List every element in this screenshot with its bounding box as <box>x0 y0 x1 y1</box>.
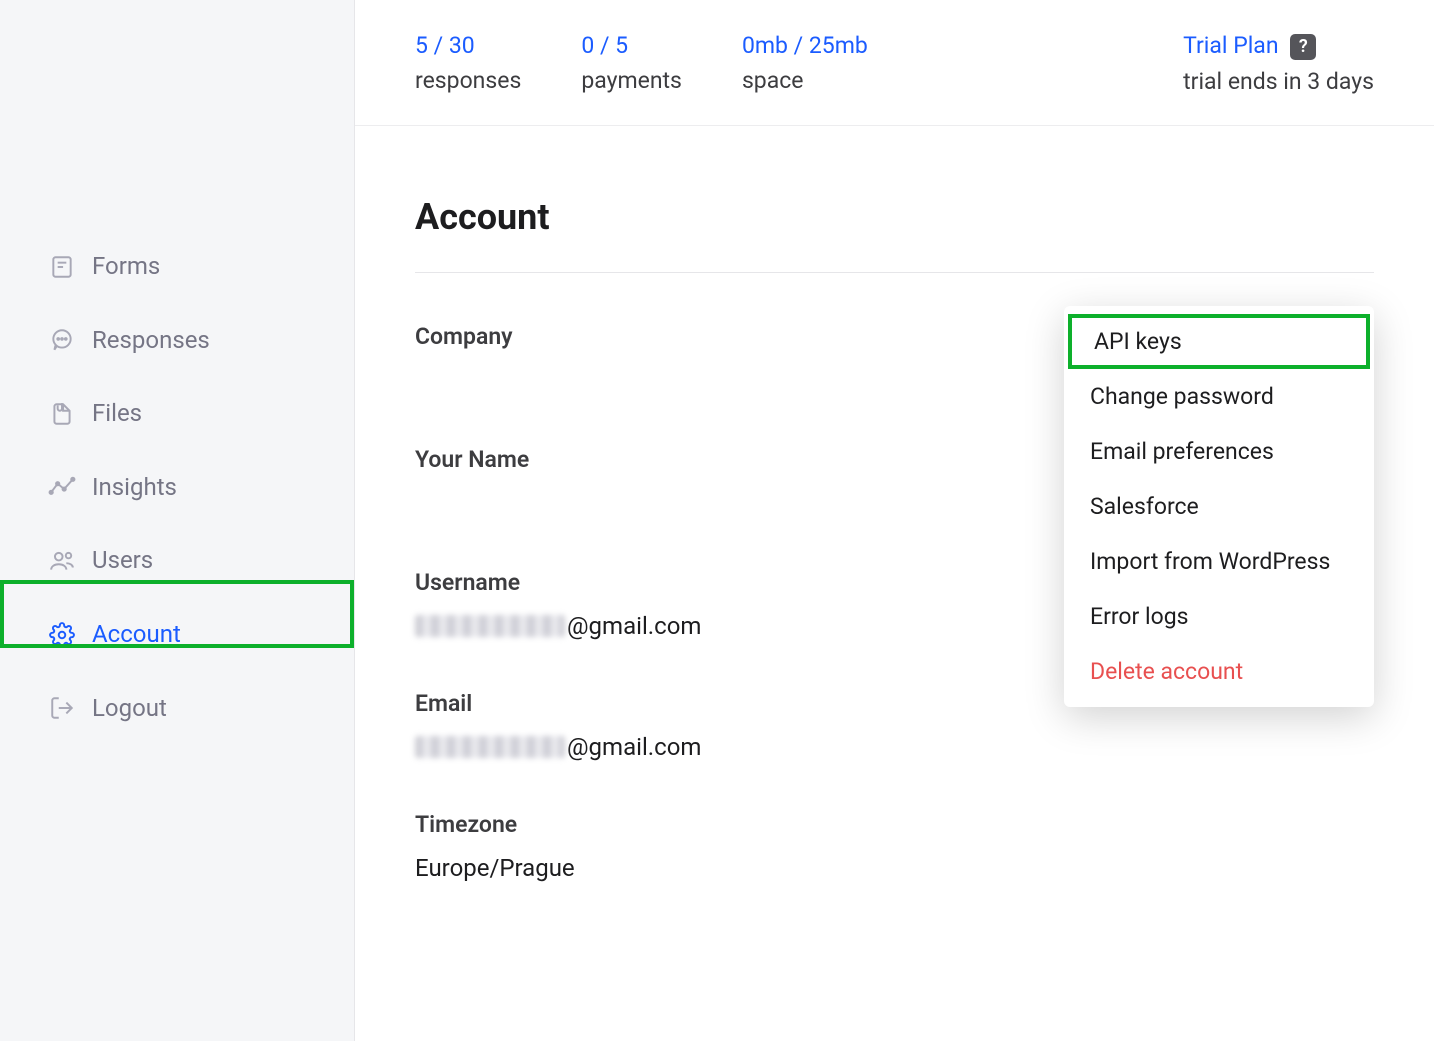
stat-plan-row: Trial Plan ? <box>1183 32 1374 60</box>
help-icon[interactable]: ? <box>1290 34 1316 60</box>
topbar: 5 / 30 responses 0 / 5 payments 0mb / 25… <box>355 0 1434 126</box>
sidebar-item-forms[interactable]: Forms <box>0 230 354 304</box>
sidebar-item-label: Insights <box>92 471 177 505</box>
stat-responses-label: responses <box>415 67 521 94</box>
field-label-timezone: Timezone <box>415 811 1374 838</box>
stat-plan: Trial Plan ? trial ends in 3 days <box>1183 32 1374 95</box>
chart-line-icon <box>48 474 76 502</box>
logout-icon <box>48 694 76 722</box>
main-content: 5 / 30 responses 0 / 5 payments 0mb / 25… <box>355 0 1434 1041</box>
page-title: Account <box>415 196 1374 273</box>
sidebar-item-insights[interactable]: Insights <box>0 451 354 525</box>
sidebar-item-label: Forms <box>92 250 160 284</box>
comment-icon <box>48 326 76 354</box>
sidebar-item-label: Responses <box>92 324 210 358</box>
field-value-email[interactable]: @gmail.com <box>415 733 1374 761</box>
field-timezone: Timezone Europe/Prague <box>415 811 1374 882</box>
dropdown-item-delete-account[interactable]: Delete account <box>1064 644 1374 699</box>
gear-icon <box>48 621 76 649</box>
sidebar-item-users[interactable]: Users <box>0 524 354 598</box>
dropdown-item-change-password[interactable]: Change password <box>1064 369 1374 424</box>
stat-plan-label: trial ends in 3 days <box>1183 68 1374 95</box>
stat-space-value[interactable]: 0mb / 25mb <box>742 32 868 59</box>
stat-payments-label: payments <box>581 67 682 94</box>
users-icon <box>48 547 76 575</box>
dropdown-item-import-wordpress[interactable]: Import from WordPress <box>1064 534 1374 589</box>
sidebar-item-label: Files <box>92 397 142 431</box>
dropdown-item-salesforce[interactable]: Salesforce <box>1064 479 1374 534</box>
paperclip-file-icon <box>48 400 76 428</box>
sidebar: Forms Responses Files Insights Users <box>0 0 355 1041</box>
dropdown-item-api-keys[interactable]: API keys <box>1068 314 1370 369</box>
sidebar-item-account[interactable]: Account <box>0 598 354 672</box>
account-dropdown: API keys Change password Email preferenc… <box>1064 306 1374 707</box>
sidebar-item-label: Users <box>92 544 153 578</box>
username-suffix: @gmail.com <box>567 612 701 640</box>
stat-responses-value[interactable]: 5 / 30 <box>415 32 521 59</box>
dropdown-item-email-preferences[interactable]: Email preferences <box>1064 424 1374 479</box>
sidebar-item-files[interactable]: Files <box>0 377 354 451</box>
stat-space: 0mb / 25mb space <box>742 32 868 95</box>
stat-plan-value[interactable]: Trial Plan <box>1183 32 1278 59</box>
sidebar-item-logout[interactable]: Logout <box>0 672 354 746</box>
field-value-timezone[interactable]: Europe/Prague <box>415 854 1374 882</box>
sidebar-item-label: Account <box>92 618 181 652</box>
stat-payments-value[interactable]: 0 / 5 <box>581 32 682 59</box>
stat-space-label: space <box>742 67 868 94</box>
stat-payments: 0 / 5 payments <box>581 32 682 95</box>
email-suffix: @gmail.com <box>567 733 701 761</box>
form-icon <box>48 253 76 281</box>
sidebar-item-responses[interactable]: Responses <box>0 304 354 378</box>
stat-responses: 5 / 30 responses <box>415 32 521 95</box>
dropdown-item-error-logs[interactable]: Error logs <box>1064 589 1374 644</box>
redacted-email-prefix <box>415 736 565 758</box>
account-section: Account Company Your Name Username @gmai… <box>355 126 1434 992</box>
sidebar-item-label: Logout <box>92 692 167 726</box>
redacted-username-prefix <box>415 615 565 637</box>
